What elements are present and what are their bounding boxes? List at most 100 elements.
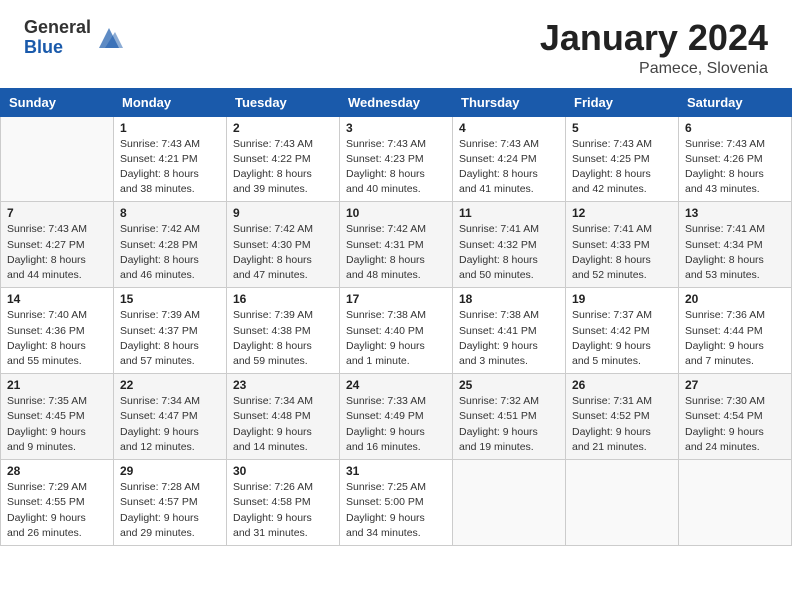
day-number: 21 — [7, 378, 107, 392]
day-number: 27 — [685, 378, 785, 392]
day-info: Sunrise: 7:26 AMSunset: 4:58 PMDaylight:… — [233, 480, 333, 541]
calendar-cell: 3 Sunrise: 7:43 AMSunset: 4:23 PMDaylight… — [340, 116, 453, 202]
day-info: Sunrise: 7:43 AMSunset: 4:25 PMDaylight:… — [572, 137, 672, 198]
title-block: January 2024 Pamece, Slovenia — [540, 18, 768, 78]
day-info: Sunrise: 7:39 AMSunset: 4:37 PMDaylight:… — [120, 308, 220, 369]
day-info: Sunrise: 7:32 AMSunset: 4:51 PMDaylight:… — [459, 394, 559, 455]
day-info: Sunrise: 7:42 AMSunset: 4:28 PMDaylight:… — [120, 222, 220, 283]
calendar-cell: 29Sunrise: 7:28 AMSunset: 4:57 PMDayligh… — [114, 460, 227, 546]
header-day-saturday: Saturday — [679, 88, 792, 116]
page: General Blue January 2024 Pamece, Sloven… — [0, 0, 792, 612]
day-number: 22 — [120, 378, 220, 392]
calendar-table: SundayMondayTuesdayWednesdayThursdayFrid… — [0, 88, 792, 546]
week-row-1: 1 Sunrise: 7:43 AMSunset: 4:21 PMDaylight… — [1, 116, 792, 202]
day-number: 14 — [7, 292, 107, 306]
day-number: 5 — [572, 121, 672, 135]
calendar-cell: 18Sunrise: 7:38 AMSunset: 4:41 PMDayligh… — [453, 288, 566, 374]
day-number: 29 — [120, 464, 220, 478]
day-number: 4 — [459, 121, 559, 135]
day-number: 24 — [346, 378, 446, 392]
day-info: Sunrise: 7:34 AMSunset: 4:47 PMDaylight:… — [120, 394, 220, 455]
day-info: Sunrise: 7:43 AMSunset: 4:22 PMDaylight:… — [233, 137, 333, 198]
calendar-cell: 7Sunrise: 7:43 AMSunset: 4:27 PMDaylight… — [1, 202, 114, 288]
day-number: 15 — [120, 292, 220, 306]
day-info: Sunrise: 7:42 AMSunset: 4:30 PMDaylight:… — [233, 222, 333, 283]
calendar-cell: 2 Sunrise: 7:43 AMSunset: 4:22 PMDaylight… — [227, 116, 340, 202]
day-info: Sunrise: 7:41 AMSunset: 4:33 PMDaylight:… — [572, 222, 672, 283]
week-row-4: 21 Sunrise: 7:35 AMSunset: 4:45 PMDayligh… — [1, 374, 792, 460]
day-info: Sunrise: 7:30 AMSunset: 4:54 PMDaylight:… — [685, 394, 785, 455]
calendar-cell: 20Sunrise: 7:36 AMSunset: 4:44 PMDayligh… — [679, 288, 792, 374]
calendar-header: SundayMondayTuesdayWednesdayThursdayFrid… — [1, 88, 792, 116]
day-info: Sunrise: 7:42 AMSunset: 4:31 PMDaylight:… — [346, 222, 446, 283]
header-day-wednesday: Wednesday — [340, 88, 453, 116]
day-info: Sunrise: 7:43 AMSunset: 4:26 PMDaylight:… — [685, 137, 785, 198]
day-info: Sunrise: 7:33 AMSunset: 4:49 PMDaylight:… — [346, 394, 446, 455]
day-number: 19 — [572, 292, 672, 306]
day-number: 2 — [233, 121, 333, 135]
day-number: 26 — [572, 378, 672, 392]
calendar-cell: 26 Sunrise: 7:31 AMSunset: 4:52 PMDayligh… — [566, 374, 679, 460]
day-info: Sunrise: 7:43 AMSunset: 4:24 PMDaylight:… — [459, 137, 559, 198]
day-number: 30 — [233, 464, 333, 478]
day-number: 6 — [685, 121, 785, 135]
logo-icon — [95, 24, 123, 52]
calendar-body: 1 Sunrise: 7:43 AMSunset: 4:21 PMDaylight… — [1, 116, 792, 545]
calendar-cell: 15 Sunrise: 7:39 AMSunset: 4:37 PMDayligh… — [114, 288, 227, 374]
header-day-monday: Monday — [114, 88, 227, 116]
day-number: 9 — [233, 206, 333, 220]
day-info: Sunrise: 7:25 AMSunset: 5:00 PMDaylight:… — [346, 480, 446, 541]
day-info: Sunrise: 7:43 AMSunset: 4:27 PMDaylight:… — [7, 222, 107, 283]
day-number: 13 — [685, 206, 785, 220]
day-number: 11 — [459, 206, 559, 220]
header-day-tuesday: Tuesday — [227, 88, 340, 116]
day-number: 28 — [7, 464, 107, 478]
day-number: 25 — [459, 378, 559, 392]
calendar-cell: 13 Sunrise: 7:41 AMSunset: 4:34 PMDayligh… — [679, 202, 792, 288]
calendar-cell: 22 Sunrise: 7:34 AMSunset: 4:47 PMDayligh… — [114, 374, 227, 460]
day-info: Sunrise: 7:43 AMSunset: 4:23 PMDaylight:… — [346, 137, 446, 198]
day-info: Sunrise: 7:43 AMSunset: 4:21 PMDaylight:… — [120, 137, 220, 198]
header: General Blue January 2024 Pamece, Sloven… — [0, 0, 792, 88]
subtitle: Pamece, Slovenia — [540, 60, 768, 78]
week-row-5: 28 Sunrise: 7:29 AMSunset: 4:55 PMDayligh… — [1, 460, 792, 546]
calendar-cell: 23 Sunrise: 7:34 AMSunset: 4:48 PMDayligh… — [227, 374, 340, 460]
day-info: Sunrise: 7:38 AMSunset: 4:40 PMDaylight:… — [346, 308, 446, 369]
logo-general: General — [24, 18, 91, 38]
logo-blue: Blue — [24, 38, 91, 58]
day-number: 31 — [346, 464, 446, 478]
calendar-cell: 4 Sunrise: 7:43 AMSunset: 4:24 PMDaylight… — [453, 116, 566, 202]
calendar-cell: 11Sunrise: 7:41 AMSunset: 4:32 PMDayligh… — [453, 202, 566, 288]
calendar-cell: 27 Sunrise: 7:30 AMSunset: 4:54 PMDayligh… — [679, 374, 792, 460]
calendar-cell: 12 Sunrise: 7:41 AMSunset: 4:33 PMDayligh… — [566, 202, 679, 288]
day-info: Sunrise: 7:41 AMSunset: 4:34 PMDaylight:… — [685, 222, 785, 283]
calendar-cell: 1 Sunrise: 7:43 AMSunset: 4:21 PMDaylight… — [114, 116, 227, 202]
day-info: Sunrise: 7:35 AMSunset: 4:45 PMDaylight:… — [7, 394, 107, 455]
calendar-cell: 28 Sunrise: 7:29 AMSunset: 4:55 PMDayligh… — [1, 460, 114, 546]
calendar-cell: 16Sunrise: 7:39 AMSunset: 4:38 PMDayligh… — [227, 288, 340, 374]
header-row: SundayMondayTuesdayWednesdayThursdayFrid… — [1, 88, 792, 116]
day-number: 1 — [120, 121, 220, 135]
day-number: 10 — [346, 206, 446, 220]
month-title: January 2024 — [540, 18, 768, 58]
calendar-cell — [453, 460, 566, 546]
day-number: 12 — [572, 206, 672, 220]
day-info: Sunrise: 7:34 AMSunset: 4:48 PMDaylight:… — [233, 394, 333, 455]
week-row-2: 7Sunrise: 7:43 AMSunset: 4:27 PMDaylight… — [1, 202, 792, 288]
day-number: 20 — [685, 292, 785, 306]
logo: General Blue — [24, 18, 123, 58]
day-info: Sunrise: 7:37 AMSunset: 4:42 PMDaylight:… — [572, 308, 672, 369]
day-info: Sunrise: 7:31 AMSunset: 4:52 PMDaylight:… — [572, 394, 672, 455]
calendar-cell: 30 Sunrise: 7:26 AMSunset: 4:58 PMDayligh… — [227, 460, 340, 546]
calendar-cell: 9 Sunrise: 7:42 AMSunset: 4:30 PMDaylight… — [227, 202, 340, 288]
calendar-cell: 10 Sunrise: 7:42 AMSunset: 4:31 PMDayligh… — [340, 202, 453, 288]
calendar-cell: 25 Sunrise: 7:32 AMSunset: 4:51 PMDayligh… — [453, 374, 566, 460]
header-day-thursday: Thursday — [453, 88, 566, 116]
calendar-cell — [1, 116, 114, 202]
day-info: Sunrise: 7:29 AMSunset: 4:55 PMDaylight:… — [7, 480, 107, 541]
day-number: 23 — [233, 378, 333, 392]
day-number: 3 — [346, 121, 446, 135]
day-number: 17 — [346, 292, 446, 306]
day-info: Sunrise: 7:39 AMSunset: 4:38 PMDaylight:… — [233, 308, 333, 369]
calendar-cell: 21 Sunrise: 7:35 AMSunset: 4:45 PMDayligh… — [1, 374, 114, 460]
